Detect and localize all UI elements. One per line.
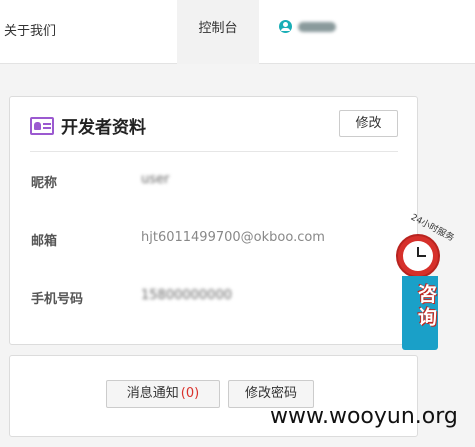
message-notifications-button[interactable]: 消息通知 (0) <box>106 380 220 408</box>
phone-value: 15800000000 <box>141 288 232 303</box>
nav-about-link[interactable]: 关于我们 <box>4 20 56 39</box>
nickname-value: user <box>141 172 170 187</box>
message-notifications-label: 消息通知 <box>126 386 179 401</box>
clock-icon <box>396 234 440 278</box>
user-name: user <box>298 21 336 32</box>
id-card-icon <box>30 116 54 135</box>
email-value: hjt6011499700@okboo.com <box>141 230 325 245</box>
card-title: 开发者资料 <box>61 118 146 138</box>
nav-user-menu[interactable]: user <box>279 20 336 33</box>
edit-profile-button[interactable]: 修改 <box>339 110 398 137</box>
nav-console-tab[interactable]: 控制台 <box>177 0 259 64</box>
nickname-label: 昵称 <box>31 176 58 191</box>
top-nav-bar: 关于我们 控制台 user <box>0 0 475 64</box>
message-count-badge: (0) <box>180 386 200 401</box>
phone-label: 手机号码 <box>31 292 84 307</box>
consult-button[interactable]: 咨询 <box>402 276 438 350</box>
divider <box>30 151 398 152</box>
user-icon <box>279 20 292 33</box>
developer-profile-card: 开发者资料 修改 昵称 user 邮箱 hjt6011499700@okboo.… <box>9 96 418 345</box>
email-label: 邮箱 <box>31 234 58 249</box>
consult-widget[interactable]: 24小时服务 咨询 <box>395 210 455 352</box>
watermark: www.wooyun.org <box>270 404 458 429</box>
consult-label: 咨询 <box>415 284 437 330</box>
card-header: 开发者资料 <box>30 113 146 138</box>
